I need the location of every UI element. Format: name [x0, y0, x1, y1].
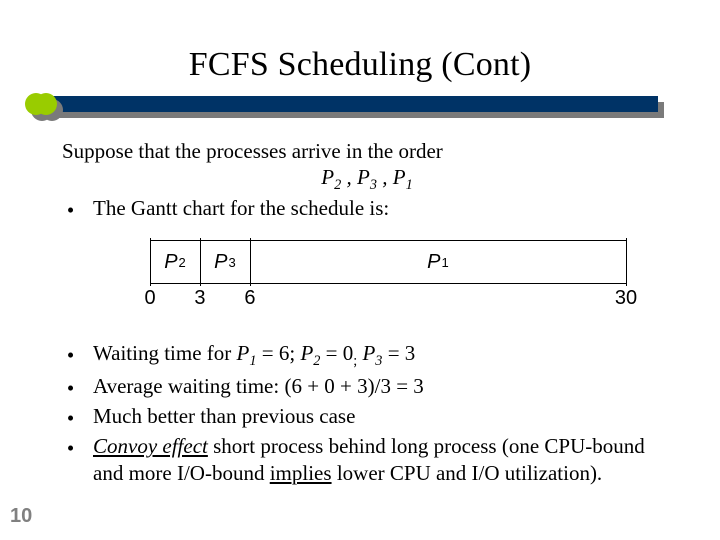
title-rule: [34, 96, 664, 118]
gantt-tick: [626, 238, 627, 286]
gantt-segment-p3: P3: [200, 241, 250, 283]
title-rule-bar: [34, 96, 658, 112]
intro-line: Suppose that the processes arrive in the…: [62, 138, 672, 164]
bullet-list: • Waiting time for P1 = 6; P2 = 0; P3 = …: [62, 338, 680, 486]
body-text: Suppose that the processes arrive in the…: [62, 138, 672, 223]
bullet-text: The Gantt chart for the schedule is:: [93, 195, 672, 223]
bullet-icon: •: [62, 433, 79, 486]
bullet-item: • Average waiting time: (6 + 0 + 3)/3 = …: [62, 373, 680, 401]
process-order: P2 , P3 , P1: [62, 164, 672, 195]
slide-title: FCFS Scheduling (Cont): [0, 46, 720, 84]
gantt-segment-p1: P1: [250, 241, 626, 283]
page-number: 10: [10, 505, 32, 528]
gantt-axis-label: 3: [194, 287, 205, 310]
bullet-icon: •: [62, 340, 79, 371]
gantt-bar: P2 P3 P1 0 3 6 30: [150, 240, 626, 284]
bullet-text: Convoy effect short process behind long …: [93, 433, 680, 486]
bullet-gantt-intro: • The Gantt chart for the schedule is:: [62, 195, 672, 223]
bullet-text: Waiting time for P1 = 6; P2 = 0; P3 = 3: [93, 340, 680, 371]
accent-disc-icon: [35, 93, 57, 115]
bullet-icon: •: [62, 403, 79, 431]
slide: FCFS Scheduling (Cont) Suppose that the …: [0, 0, 720, 540]
gantt-axis-label: 6: [244, 287, 255, 310]
bullet-item: • Waiting time for P1 = 6; P2 = 0; P3 = …: [62, 340, 680, 371]
bullet-text: Average waiting time: (6 + 0 + 3)/3 = 3: [93, 373, 680, 401]
gantt-axis-label: 0: [144, 287, 155, 310]
bullet-icon: •: [62, 373, 79, 401]
gantt-axis-label: 30: [615, 287, 637, 310]
bullet-text: Much better than previous case: [93, 403, 680, 431]
gantt-chart: P2 P3 P1 0 3 6 30: [150, 240, 626, 284]
gantt-segment-p2: P2: [150, 241, 200, 283]
bullet-item: • Convoy effect short process behind lon…: [62, 433, 680, 486]
bullet-item: • Much better than previous case: [62, 403, 680, 431]
bullet-icon: •: [62, 195, 79, 223]
